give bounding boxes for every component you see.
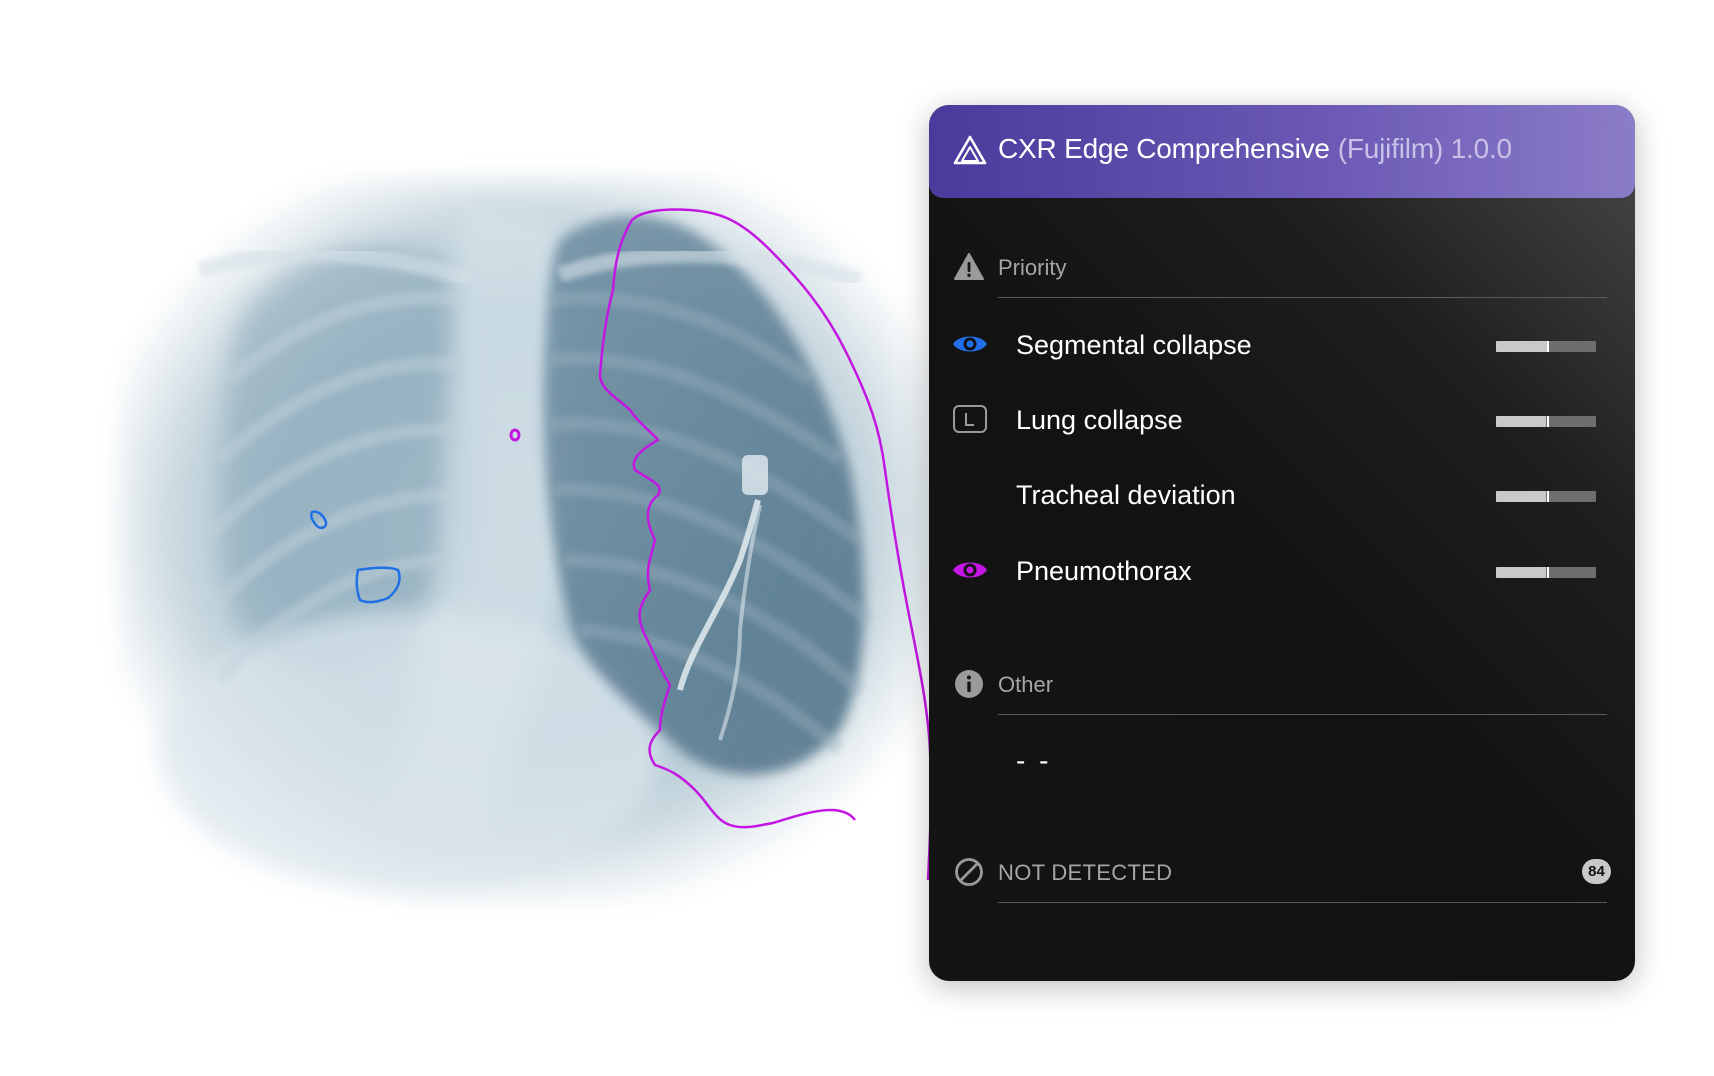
confidence-bar-fill [1496,416,1546,427]
eye-icon[interactable] [951,554,989,586]
finding-row-tracheal-deviation[interactable]: Tracheal deviation [929,472,1635,516]
not-detected-count-badge: 84 [1582,859,1611,884]
priority-label: Priority [998,255,1067,280]
panel-title: CXR Edge Comprehensive (Fujifilm) 1.0.0 [998,133,1512,165]
finding-label: Pneumothorax [1016,556,1192,586]
prohibited-icon [955,858,983,886]
chest-xray-svg [120,180,940,900]
other-value: - - [1016,745,1052,776]
not-detected-section-header[interactable]: NOT DETECTED [929,852,1635,892]
eye-icon[interactable] [951,328,989,360]
other-label: Other [998,672,1054,697]
finding-label: Tracheal deviation [1016,480,1236,510]
info-icon [955,670,983,698]
product-name: CXR Edge Comprehensive [998,133,1330,164]
chest-xray-image [80,150,980,950]
panel-header: CXR Edge Comprehensive (Fujifilm) 1.0.0 [929,105,1635,198]
finding-row-segmental-collapse[interactable]: Segmental collapse [929,322,1635,366]
priority-section-header: Priority [929,247,1635,287]
finding-row-pneumothorax[interactable]: Pneumothorax [929,548,1635,592]
finding-label: Segmental collapse [1016,330,1252,360]
other-divider [998,714,1607,715]
threshold-tick [1547,341,1549,352]
threshold-tick [1547,416,1549,427]
threshold-tick [1547,491,1549,502]
triangle-logo-icon [953,135,987,165]
confidence-bar-fill [1496,567,1546,578]
confidence-bar [1496,491,1596,502]
not-detected-label: NOT DETECTED [998,860,1173,885]
l-box-icon[interactable] [951,403,989,435]
findings-panel: CXR Edge Comprehensive (Fujifilm) 1.0.0 P… [929,105,1635,981]
confidence-bar-fill [1496,341,1548,352]
threshold-tick [1547,567,1549,578]
priority-divider [998,297,1607,298]
finding-label: Lung collapse [1016,405,1183,435]
device-icon [742,455,768,495]
confidence-bar [1496,567,1596,578]
product-version: (Fujifilm) 1.0.0 [1337,133,1512,164]
confidence-bar-fill [1496,491,1546,502]
confidence-bar [1496,416,1596,427]
finding-row-lung-collapse[interactable]: Lung collapse [929,397,1635,441]
other-section-header: Other [929,664,1635,704]
confidence-bar [1496,341,1596,352]
warning-icon [954,253,984,280]
not-detected-divider [998,902,1607,903]
